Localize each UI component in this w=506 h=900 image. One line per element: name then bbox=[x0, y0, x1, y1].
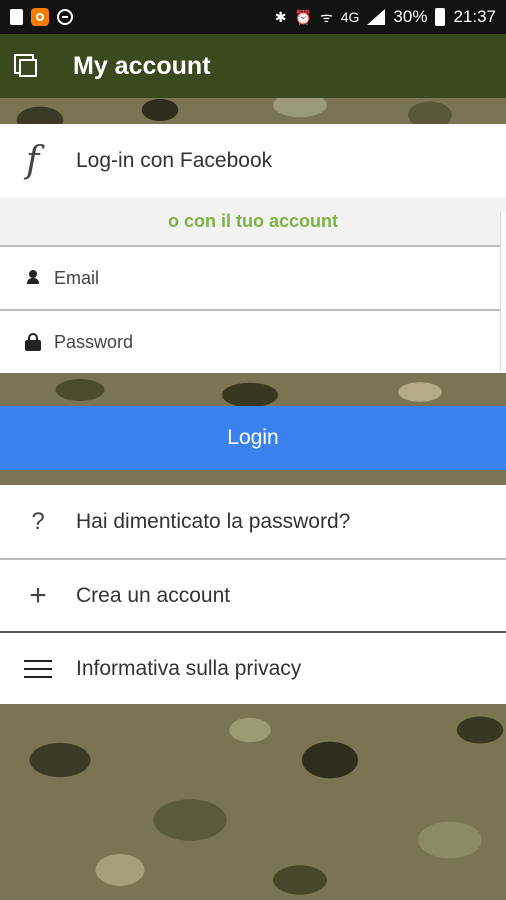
app-bar: My account bbox=[0, 34, 506, 98]
clock: 21:37 bbox=[453, 7, 496, 26]
battery-percent: 30% bbox=[393, 7, 428, 26]
do-not-disturb-icon bbox=[57, 9, 73, 25]
password-placeholder: Password bbox=[54, 331, 134, 352]
scrollbar[interactable] bbox=[500, 212, 506, 372]
privacy-policy-item[interactable]: Informativa sulla privacy bbox=[0, 631, 506, 704]
plus-icon: + bbox=[29, 578, 47, 612]
app-logo-icon[interactable] bbox=[12, 52, 40, 80]
email-placeholder: Email bbox=[54, 267, 100, 288]
forgot-password-label: Hai dimenticato la password? bbox=[76, 509, 351, 533]
app-notification-icon bbox=[31, 8, 49, 26]
facebook-f-icon: f bbox=[26, 140, 40, 181]
notification-icon bbox=[10, 9, 23, 25]
facebook-login-label: Log-in con Facebook bbox=[76, 148, 273, 172]
status-bar: ✱ ⏰ ᯤ 4G 30% 21:37 bbox=[0, 0, 506, 34]
login-button[interactable]: Login bbox=[0, 406, 506, 470]
page-title: My account bbox=[73, 51, 211, 80]
password-field[interactable]: Password bbox=[0, 309, 506, 373]
forgot-password-item[interactable]: ? Hai dimenticato la password? bbox=[0, 485, 506, 558]
lock-icon bbox=[24, 333, 42, 351]
alarm-icon: ⏰ bbox=[294, 8, 312, 25]
network-type: 4G bbox=[340, 9, 360, 25]
divider-text: o con il tuo account bbox=[0, 197, 506, 245]
question-mark-icon: ? bbox=[31, 507, 45, 535]
login-form: Email Password bbox=[0, 245, 506, 373]
bluetooth-icon: ✱ bbox=[274, 8, 287, 25]
account-menu: ? Hai dimenticato la password? + Crea un… bbox=[0, 485, 506, 704]
battery-icon bbox=[435, 8, 446, 26]
email-field[interactable]: Email bbox=[0, 245, 506, 309]
facebook-login-button[interactable]: f Log-in con Facebook bbox=[0, 124, 506, 197]
privacy-policy-label: Informativa sulla privacy bbox=[76, 656, 302, 680]
hamburger-menu-icon bbox=[24, 659, 52, 679]
create-account-item[interactable]: + Crea un account bbox=[0, 558, 506, 631]
user-icon bbox=[24, 269, 42, 287]
create-account-label: Crea un account bbox=[76, 583, 231, 607]
wifi-icon: ᯤ bbox=[319, 8, 333, 25]
signal-icon bbox=[367, 9, 386, 25]
